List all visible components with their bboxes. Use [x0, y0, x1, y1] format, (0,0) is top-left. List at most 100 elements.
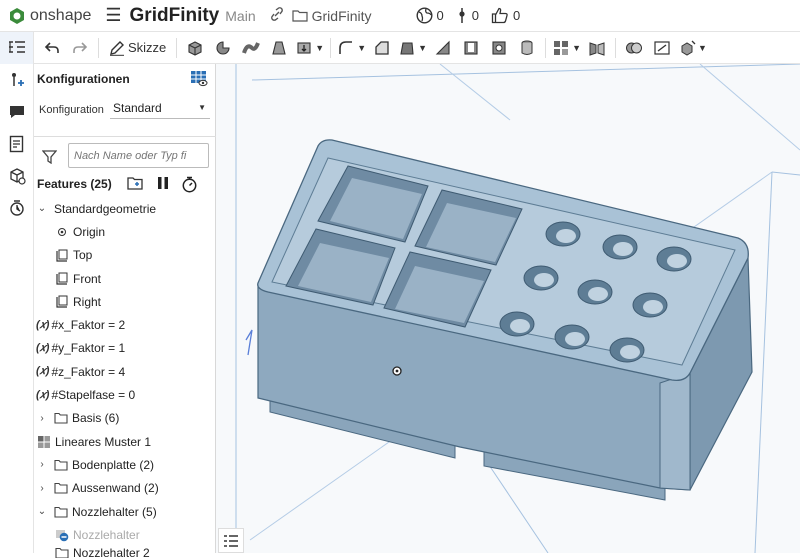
chevron-right-icon[interactable]: › — [35, 483, 49, 494]
plane-icon — [54, 272, 70, 286]
filter-icon[interactable] — [41, 150, 58, 169]
folder-icon — [54, 546, 70, 558]
rib-icon[interactable] — [431, 35, 455, 61]
tree-item-label: Right — [73, 294, 102, 309]
tree-item-nozzlehalter-2[interactable]: Nozzlehalter 2 — [34, 546, 216, 558]
chevron-right-icon[interactable]: › — [35, 413, 49, 424]
chevron-down-icon[interactable]: ▼ — [572, 43, 581, 53]
tree-item-label: Nozzlehalter (5) — [72, 504, 157, 519]
folder-breadcrumb[interactable]: GridFinity — [292, 8, 372, 24]
features-title: Features (25) — [37, 177, 112, 191]
chevron-down-icon[interactable]: ▼ — [315, 43, 324, 53]
tree-item-label: Front — [73, 271, 102, 286]
split-icon[interactable] — [622, 35, 646, 61]
variable-icon: (𝑥) — [36, 341, 50, 354]
tree-item-aussenwand[interactable]: › Aussenwand (2) — [34, 477, 216, 500]
feature-panel: Konfigurationen Konfiguration Standard ▼… — [34, 64, 216, 558]
tree-item-front[interactable]: Front — [34, 267, 216, 290]
document-title[interactable]: GridFinity — [130, 5, 220, 27]
tree-item-basis[interactable]: › Basis (6) — [34, 407, 216, 430]
comments-icon[interactable] — [0, 96, 33, 128]
chevron-down-icon[interactable]: ▼ — [418, 43, 427, 53]
chevron-right-icon[interactable]: › — [35, 459, 49, 470]
extrude-icon[interactable] — [183, 35, 207, 61]
thicken-icon[interactable]: ▼ — [295, 35, 324, 61]
tree-item-label: Origin — [73, 224, 106, 239]
plane-icon — [54, 295, 70, 309]
tree-item-variable[interactable]: (𝑥) #y_Faktor = 1 — [34, 337, 216, 360]
hole-icon[interactable] — [487, 35, 511, 61]
redo-icon[interactable] — [68, 35, 92, 61]
tree-item-variable[interactable]: (𝑥) #z_Faktor = 4 — [34, 360, 216, 383]
pattern-icon[interactable]: ▼ — [552, 35, 581, 61]
3d-viewport[interactable] — [216, 64, 800, 553]
history-icon[interactable] — [0, 192, 33, 224]
brand[interactable]: onshape — [8, 7, 91, 25]
move-face-icon[interactable]: ▼ — [678, 35, 707, 61]
configuration-select[interactable]: Standard ▼ — [110, 97, 210, 119]
like-count: 0 — [513, 8, 521, 23]
chevron-down-icon[interactable]: ▼ — [357, 43, 366, 53]
undo-icon[interactable] — [40, 35, 64, 61]
insert-feature-icon[interactable] — [0, 64, 33, 96]
folder-icon — [292, 10, 308, 22]
chamfer-icon[interactable] — [370, 35, 394, 61]
transform-icon[interactable] — [650, 35, 674, 61]
draft-icon[interactable]: ▼ — [398, 35, 427, 61]
tree-item-bodenplatte[interactable]: › Bodenplatte (2) — [34, 453, 216, 476]
chevron-down-icon[interactable]: ⌄ — [35, 506, 49, 517]
divider — [34, 136, 216, 137]
mirror-icon[interactable] — [585, 35, 609, 61]
tree-item-nozzlehalter-folder[interactable]: ⌄ Nozzlehalter (5) — [34, 500, 216, 523]
tree-item-lineares-muster[interactable]: Lineares Muster 1 — [34, 430, 216, 453]
folder-icon — [53, 458, 69, 472]
pause-icon[interactable] — [156, 176, 170, 195]
toolbar-separator — [614, 37, 616, 58]
tree-item-standardgeometrie[interactable]: ⌄ Standardgeometrie — [34, 197, 216, 220]
configuration-value: Standard — [113, 101, 162, 115]
tree-item-nozzlehalter-suppressed[interactable]: Nozzlehalter — [34, 523, 216, 546]
list-toggle-icon[interactable] — [218, 528, 244, 553]
loft-icon[interactable] — [267, 35, 291, 61]
stopwatch-icon[interactable] — [181, 176, 198, 198]
tree-item-label: Standardgeometrie — [54, 201, 157, 216]
chevron-down-icon[interactable]: ▼ — [698, 43, 707, 53]
workspace-counter[interactable]: 0 — [416, 7, 444, 24]
like-counter[interactable]: 0 — [491, 7, 520, 24]
sketch-label: Skizze — [128, 40, 167, 55]
folder-name: GridFinity — [311, 7, 372, 24]
tree-item-variable[interactable]: (𝑥) #Stapelfase = 0 — [34, 383, 216, 406]
brand-name: onshape — [30, 6, 92, 24]
boolean-icon[interactable] — [515, 35, 539, 61]
tree-item-top[interactable]: Top — [34, 244, 216, 267]
onshape-logo-icon — [10, 7, 24, 24]
configuration-table-icon[interactable] — [190, 70, 208, 92]
sketch-button[interactable]: Skizze — [105, 35, 170, 61]
link-icon[interactable] — [270, 7, 284, 24]
version-counter[interactable]: 0 — [456, 7, 479, 24]
workspace-count: 0 — [436, 8, 444, 23]
left-rail — [0, 32, 34, 553]
menu-icon[interactable]: ☰ — [105, 5, 121, 26]
notes-icon[interactable] — [0, 128, 33, 160]
tree-item-variable[interactable]: (𝑥) #x_Faktor = 2 — [34, 313, 216, 336]
suppressed-icon — [54, 528, 70, 542]
configuration-label: Konfiguration — [39, 104, 104, 116]
version-icon — [459, 8, 465, 23]
sweep-icon[interactable] — [239, 35, 263, 61]
tree-item-origin[interactable]: Origin — [34, 220, 216, 243]
feature-list-icon[interactable] — [0, 32, 33, 64]
parts-icon[interactable] — [0, 160, 33, 192]
add-folder-icon[interactable] — [127, 176, 145, 196]
branch-label[interactable]: Main — [225, 8, 255, 24]
feature-filter-input[interactable] — [68, 143, 209, 168]
tree-item-label: Top — [73, 248, 93, 263]
chevron-down-icon[interactable]: ⌄ — [35, 203, 49, 214]
shell-icon[interactable] — [459, 35, 483, 61]
revolve-icon[interactable] — [211, 35, 235, 61]
thumbs-up-icon — [491, 7, 508, 24]
fillet-icon[interactable]: ▼ — [337, 35, 366, 61]
tree-item-right[interactable]: Right — [34, 290, 216, 313]
version-count: 0 — [471, 8, 479, 23]
model-view[interactable] — [216, 64, 800, 553]
